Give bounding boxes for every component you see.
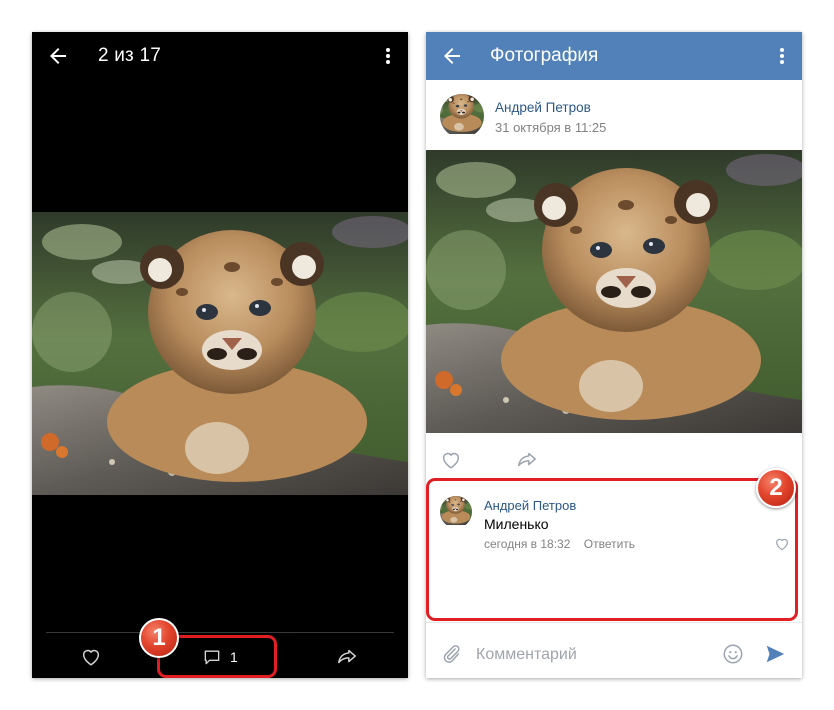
avatar[interactable] <box>440 94 484 138</box>
author-name[interactable]: Андрей Петров <box>495 100 591 115</box>
more-vertical-icon[interactable] <box>774 44 790 68</box>
share-icon[interactable] <box>336 646 358 668</box>
viewer-header: 2 из 17 <box>32 32 408 80</box>
bottom-bar-divider <box>46 632 394 633</box>
header-title: Фотография <box>490 45 599 66</box>
emoji-icon[interactable] <box>722 643 744 665</box>
photo-counter: 2 из 17 <box>98 45 161 66</box>
heart-icon[interactable] <box>80 646 102 668</box>
send-icon[interactable] <box>764 643 786 665</box>
post-actions <box>426 433 802 483</box>
post-header: Фотография <box>426 32 802 80</box>
post-author-block: Андрей Петров 31 октября в 11:25 <box>440 94 780 140</box>
attach-icon[interactable] <box>440 643 462 665</box>
cub-photo[interactable] <box>32 212 408 495</box>
step-badge-1: 1 <box>139 618 179 658</box>
arrow-back-icon[interactable] <box>46 44 70 68</box>
step-badge-2: 2 <box>756 468 796 508</box>
post-date: 31 октября в 11:25 <box>495 120 607 135</box>
share-icon[interactable] <box>516 449 538 471</box>
more-vertical-icon[interactable] <box>380 44 396 68</box>
cub-photo[interactable] <box>426 150 802 433</box>
heart-icon[interactable] <box>440 449 462 471</box>
composer-divider <box>426 622 802 623</box>
highlight-box-comment-area <box>426 478 798 621</box>
photo-viewer-screen: 2 из 17 1 <box>32 32 408 678</box>
comment-input[interactable] <box>476 643 706 667</box>
arrow-back-icon[interactable] <box>440 44 464 68</box>
